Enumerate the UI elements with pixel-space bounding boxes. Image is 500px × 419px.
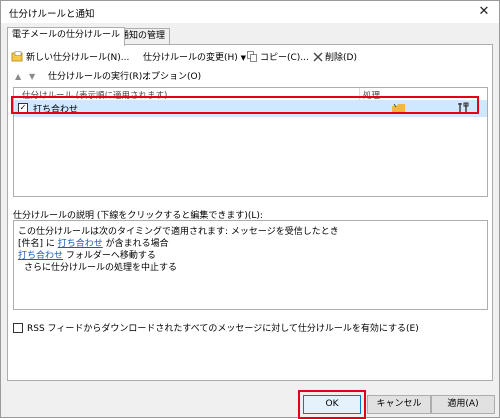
rule-row-highlight [11, 96, 479, 114]
copy-label: コピー(C)... [260, 53, 309, 63]
move-down-icon[interactable]: ▼ [29, 72, 35, 81]
new-rule-label: 新しい仕分けルール(N)... [26, 53, 130, 63]
new-rule-button[interactable]: 新しい仕分けルール(N)... [11, 51, 129, 67]
options-button[interactable]: オプション(O) [142, 70, 201, 86]
copy-icon [247, 51, 257, 62]
description-line-4: さらに仕分けルールの処理を中止する [24, 260, 177, 273]
delete-label: 削除(D) [325, 53, 357, 63]
title-bar: 仕分けルールと通知 ✕ [1, 1, 499, 23]
apply-button[interactable]: 適用(A) [431, 395, 495, 414]
change-rule-button[interactable]: 仕分けルールの変更(H) ▼ [143, 51, 246, 67]
delete-icon [313, 52, 323, 61]
close-button[interactable]: ✕ [473, 4, 495, 20]
window-title: 仕分けルールと通知 [9, 9, 95, 20]
copy-rule-button[interactable]: コピー(C)... [247, 51, 309, 67]
run-rules-button[interactable]: 仕分けルールの実行(R)... [48, 70, 151, 86]
move-up-icon[interactable]: ▲ [15, 72, 21, 81]
rule-description-box: この仕分けルールは次のタイミングで適用されます: メッセージを受信したとき [件… [13, 220, 488, 310]
new-rule-icon [11, 51, 23, 62]
ok-button[interactable]: OK [303, 395, 361, 414]
tab-email-rules[interactable]: 電子メールの仕分けルール [7, 27, 126, 46]
change-rule-label: 仕分けルールの変更(H) [143, 53, 238, 63]
rss-rules-option[interactable]: RSS フィードからダウンロードされたすべてのメッセージに対して仕分けルールを有… [13, 321, 419, 334]
rss-rules-label: RSS フィードからダウンロードされたすべてのメッセージに対して仕分けルールを有… [27, 324, 419, 334]
chevron-down-icon: ▼ [240, 54, 247, 62]
rss-rules-checkbox[interactable] [13, 322, 23, 333]
description-text: さらに仕分けルールの処理を中止する [24, 263, 178, 273]
rules-and-alerts-dialog: 仕分けルールと通知 ✕ 電子メールの仕分けルール 通知の管理 新しい仕分けルール… [0, 0, 500, 419]
cancel-button[interactable]: キャンセル [367, 395, 431, 414]
delete-rule-button[interactable]: 削除(D) [313, 51, 357, 67]
